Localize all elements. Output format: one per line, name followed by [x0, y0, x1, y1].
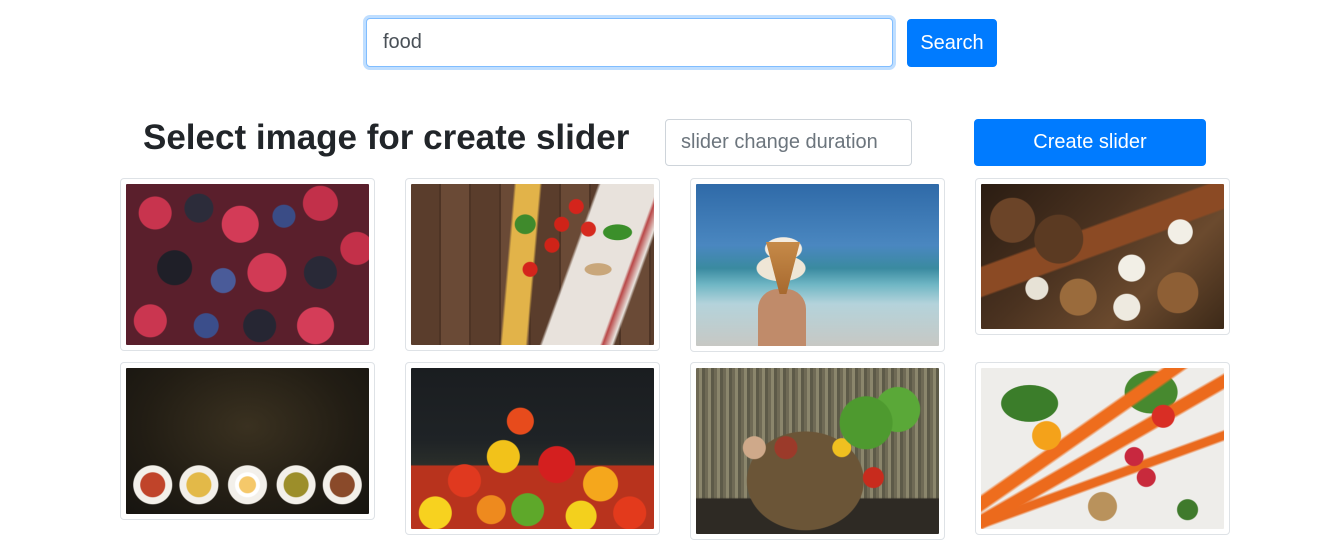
gummy-bears-photo — [411, 368, 654, 529]
image-thumbnail[interactable] — [120, 178, 375, 351]
tomatoes-pasta-photo — [411, 184, 654, 345]
christmas-spices-photo — [981, 184, 1224, 329]
image-thumbnail[interactable] — [405, 362, 660, 535]
image-thumbnail[interactable] — [120, 362, 375, 520]
ice-cream-photo — [696, 184, 939, 346]
berries-photo — [126, 184, 369, 345]
image-thumbnail[interactable] — [405, 178, 660, 351]
plates-photo — [126, 368, 369, 514]
page-title: Select image for create slider — [143, 118, 630, 157]
slider-duration-input[interactable] — [665, 119, 912, 166]
search-bar: Search — [366, 18, 997, 67]
image-thumbnail[interactable] — [690, 178, 945, 352]
vegetables-photo — [981, 368, 1224, 529]
image-thumbnail[interactable] — [690, 362, 945, 540]
image-thumbnail[interactable] — [975, 362, 1230, 535]
search-button[interactable]: Search — [907, 19, 997, 67]
vegetable-basket-photo — [696, 368, 939, 534]
search-input[interactable] — [366, 18, 893, 67]
create-slider-button[interactable]: Create slider — [974, 119, 1206, 166]
image-thumbnail[interactable] — [975, 178, 1230, 335]
